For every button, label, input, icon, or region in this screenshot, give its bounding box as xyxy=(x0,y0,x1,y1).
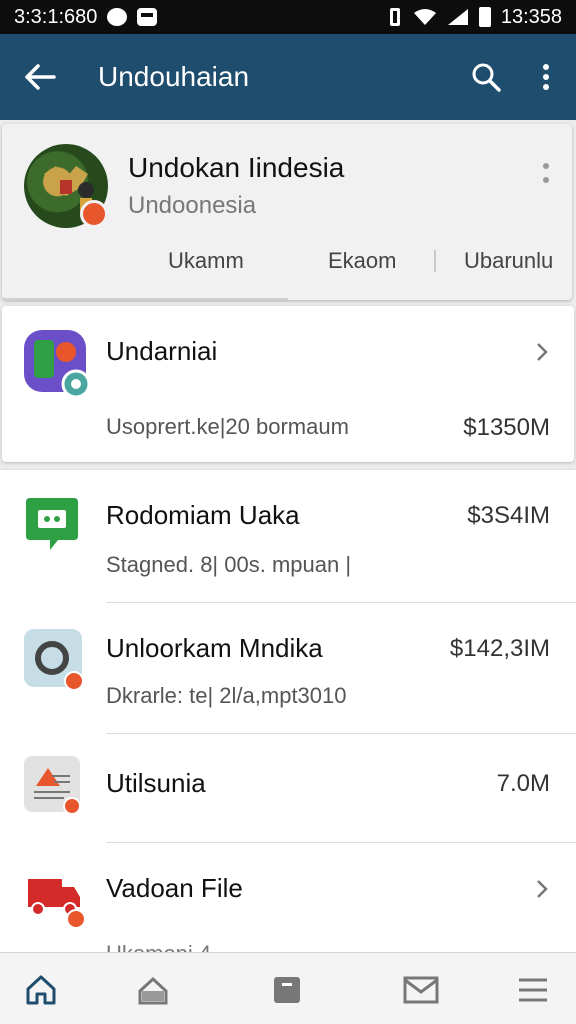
item-title: Utilsunia xyxy=(106,768,206,798)
menu-icon xyxy=(519,978,547,1002)
tab-ukamm[interactable]: Ukamm xyxy=(168,248,244,274)
store-icon xyxy=(138,976,168,1005)
item-subtitle: Ukomoni 4 xyxy=(106,941,211,952)
signal-icon xyxy=(447,9,468,25)
chat-bubble-icon xyxy=(26,498,78,550)
item-subtitle: Dkrarle: te| 2l/a,mpt3010 xyxy=(106,683,347,708)
tab-indicator xyxy=(2,298,288,300)
more-vert-icon xyxy=(543,64,549,90)
item-value: $3S4IM xyxy=(467,502,550,529)
list-item[interactable]: Rodomiam Uaka $3S4IM Stagned. 8| 00s. mp… xyxy=(0,470,576,602)
status-time: 3:3:1:680 xyxy=(14,5,98,28)
item-value: $142,3IM xyxy=(449,635,550,662)
app-bar: Undouhaian xyxy=(0,34,576,120)
gear-icon xyxy=(24,629,84,689)
nav-inbox[interactable] xyxy=(262,965,312,1015)
calendar-icon xyxy=(137,8,158,26)
page-title: Undouhaian xyxy=(98,61,250,92)
truck-icon xyxy=(28,879,84,929)
home-icon xyxy=(26,975,56,1005)
list-item[interactable]: Vadoan File Ukomoni 4 xyxy=(0,843,576,952)
tab-ubarunlu[interactable]: Ubarunlu xyxy=(464,248,553,274)
item-title: Undarniai xyxy=(106,336,218,366)
item-subtitle: Stagned. 8| 00s. mpuan | xyxy=(106,552,352,577)
vibrate-icon xyxy=(389,8,400,26)
status-clock: 13:358 xyxy=(500,5,562,28)
arrow-left-icon xyxy=(25,64,56,90)
document-icon xyxy=(24,756,81,815)
tab-ekaom[interactable]: Ekaom xyxy=(328,248,396,274)
bottom-navigation xyxy=(0,952,576,1024)
tab-divider xyxy=(434,250,436,272)
nav-home[interactable] xyxy=(16,965,66,1015)
item-title: Unloorkam Mndika xyxy=(106,633,323,663)
wifi-icon xyxy=(413,9,436,25)
list-item[interactable]: Utilsunia 7.0M xyxy=(0,734,576,842)
battery-icon xyxy=(478,7,491,27)
item-title: Vadoan File xyxy=(106,873,243,903)
item-value: $1350M xyxy=(463,414,550,441)
list-item[interactable]: Unloorkam Mndika $142,3IM Dkrarle: te| 2… xyxy=(0,603,576,733)
nav-store[interactable] xyxy=(128,965,178,1015)
avatar-badge xyxy=(80,200,108,228)
chevron-right-icon[interactable] xyxy=(532,877,552,901)
app-tile-icon xyxy=(24,330,90,398)
search-icon xyxy=(472,63,501,92)
status-bar: 3:3:1:680 13:358 xyxy=(0,0,576,34)
more-vert-icon[interactable] xyxy=(536,160,556,190)
chevron-right-icon[interactable] xyxy=(532,340,552,364)
more-options-button[interactable] xyxy=(516,34,576,120)
item-value: 7.0M xyxy=(496,770,550,797)
profile-subtitle: Undoonesia xyxy=(128,192,257,219)
item-title: Rodomiam Uaka xyxy=(106,500,300,530)
search-button[interactable] xyxy=(456,34,516,120)
back-button[interactable] xyxy=(0,34,80,120)
item-subtitle: Usoprert.ke|20 bormaum xyxy=(106,414,349,439)
mail-icon xyxy=(403,976,439,1004)
notification-icon xyxy=(107,8,128,26)
list-item[interactable]: Undarniai Usoprert.ke|20 bormaum $1350M xyxy=(0,306,576,462)
profile-name: Undokan Iindesia xyxy=(128,152,345,183)
nav-mail[interactable] xyxy=(396,965,446,1015)
inbox-icon xyxy=(274,977,300,1003)
nav-menu[interactable] xyxy=(508,965,558,1015)
